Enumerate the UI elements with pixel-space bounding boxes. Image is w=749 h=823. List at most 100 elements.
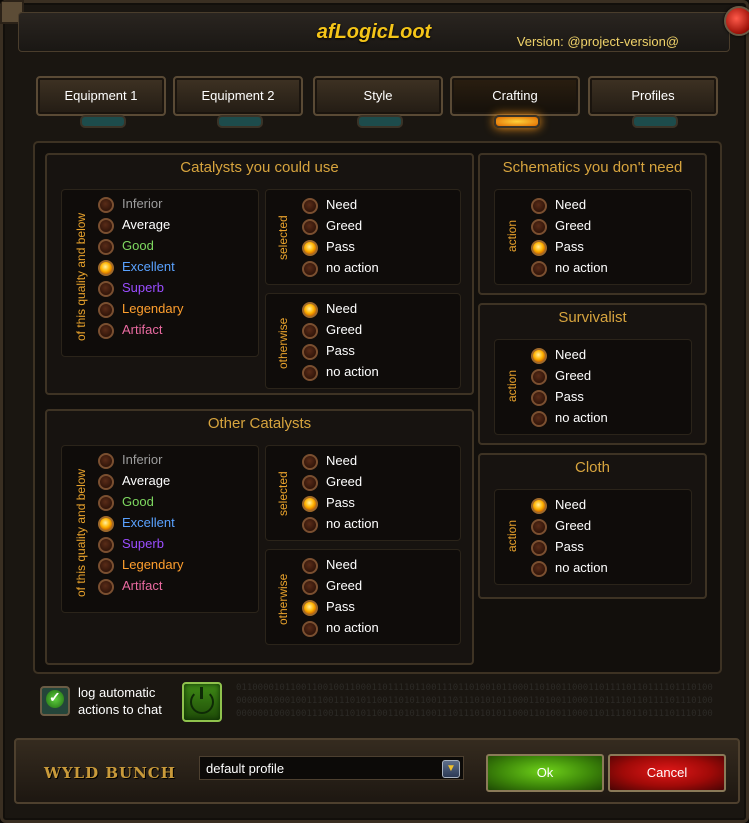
- radio-selected-need[interactable]: Need: [302, 451, 357, 471]
- radio-label: Superb: [122, 536, 164, 551]
- ok-button[interactable]: Ok: [486, 754, 604, 792]
- chevron-down-icon[interactable]: ▼: [442, 760, 460, 778]
- crafting-panel: Catalysts you could use of this quality …: [33, 141, 722, 674]
- radio-quality-good[interactable]: Good: [98, 492, 154, 512]
- radio-label: no action: [555, 560, 608, 575]
- group-title: Other Catalysts: [207, 415, 312, 432]
- power-toggle-button[interactable]: [182, 682, 222, 722]
- tab-indicator: [357, 115, 403, 128]
- radio-quality-inferior[interactable]: Inferior: [98, 450, 162, 470]
- radio-quality-superb[interactable]: Superb: [98, 278, 164, 298]
- action-box: action Need Greed Pass no action: [494, 339, 692, 435]
- radio-dot-icon: [98, 495, 114, 511]
- tab-equipment-1[interactable]: Equipment 1: [36, 76, 166, 128]
- radio-label: Pass: [555, 539, 584, 554]
- radio-label: Greed: [555, 518, 592, 533]
- radio-options-no-action[interactable]: no action: [531, 558, 608, 578]
- other-catalysts-group: Other Catalysts of this quality and belo…: [45, 409, 474, 665]
- radio-otherwise-need[interactable]: Need: [302, 555, 357, 575]
- close-button[interactable]: [724, 6, 749, 36]
- radio-otherwise-pass[interactable]: Pass: [302, 597, 355, 617]
- radio-otherwise-pass[interactable]: Pass: [302, 341, 355, 361]
- radio-otherwise-need[interactable]: Need: [302, 299, 357, 319]
- radio-dot-icon: [302, 219, 318, 235]
- cloth-group: Cloth action Need Greed Pass no action: [478, 453, 707, 599]
- tab-label: Equipment 2: [201, 88, 275, 103]
- radio-options-pass[interactable]: Pass: [531, 237, 584, 257]
- radio-selected-pass[interactable]: Pass: [302, 237, 355, 257]
- radio-options-need[interactable]: Need: [531, 495, 586, 515]
- radio-dot-icon: [302, 323, 318, 339]
- radio-quality-superb[interactable]: Superb: [98, 534, 164, 554]
- action-box: action Need Greed Pass no action: [494, 489, 692, 585]
- radio-dot-icon: [302, 365, 318, 381]
- radio-dot-icon: [531, 261, 547, 277]
- radio-dot-icon: [531, 561, 547, 577]
- radio-label: Greed: [326, 578, 363, 593]
- radio-label: no action: [326, 364, 379, 379]
- radio-quality-artifact[interactable]: Artifact: [98, 576, 162, 596]
- radio-options-need[interactable]: Need: [531, 345, 586, 365]
- radio-label: Average: [122, 473, 171, 488]
- tab-label: Profiles: [631, 88, 675, 103]
- radio-label: no action: [326, 516, 379, 531]
- radio-label: Greed: [326, 474, 363, 489]
- radio-options-pass[interactable]: Pass: [531, 387, 584, 407]
- radio-selected-no-action[interactable]: no action: [302, 258, 379, 278]
- selected-vertical-label: selected: [276, 215, 290, 260]
- radio-label: Pass: [555, 389, 584, 404]
- radio-dot-icon: [531, 198, 547, 214]
- tab-indicator: [632, 115, 678, 128]
- radio-otherwise-no-action[interactable]: no action: [302, 618, 379, 638]
- radio-options-pass[interactable]: Pass: [531, 537, 584, 557]
- radio-otherwise-greed[interactable]: Greed: [302, 320, 362, 340]
- bottom-bar: WYLD BUNCH default profile ▼ Ok Cancel: [14, 738, 740, 804]
- selected-box: selected Need Greed Pass no action: [265, 189, 461, 285]
- radio-selected-no-action[interactable]: no action: [302, 514, 379, 534]
- radio-quality-artifact[interactable]: Artifact: [98, 320, 162, 340]
- quality-vertical-label: of this quality and below: [74, 212, 88, 341]
- radio-selected-pass[interactable]: Pass: [302, 493, 355, 513]
- binary-decoration: 0110000101100110010011000110111101100111…: [236, 683, 713, 719]
- radio-options-greed[interactable]: Greed: [531, 516, 591, 536]
- radio-options-need[interactable]: Need: [531, 195, 586, 215]
- radio-quality-legendary[interactable]: Legendary: [98, 299, 183, 319]
- group-title: Catalysts you could use: [180, 159, 339, 176]
- cancel-button[interactable]: Cancel: [608, 754, 726, 792]
- tab-crafting[interactable]: Crafting: [450, 76, 580, 128]
- radio-selected-need[interactable]: Need: [302, 195, 357, 215]
- action-vertical-label: action: [505, 369, 519, 402]
- group-title: Survivalist: [558, 309, 627, 326]
- radio-label: Greed: [326, 322, 363, 337]
- radio-quality-legendary[interactable]: Legendary: [98, 555, 183, 575]
- radio-options-no-action[interactable]: no action: [531, 408, 608, 428]
- radio-selected-greed[interactable]: Greed: [302, 472, 362, 492]
- tab-equipment-2[interactable]: Equipment 2: [173, 76, 303, 128]
- radio-dot-icon: [531, 219, 547, 235]
- radio-otherwise-greed[interactable]: Greed: [302, 576, 362, 596]
- profile-dropdown[interactable]: default profile ▼: [199, 756, 464, 780]
- tab-style[interactable]: Style: [313, 76, 443, 128]
- footer: log automaticactions to chat 01100001011…: [0, 676, 749, 823]
- radio-quality-excellent[interactable]: Excellent: [98, 513, 175, 533]
- schematics-group: Schematics you don't need action Need Gre…: [478, 153, 707, 295]
- radio-selected-greed[interactable]: Greed: [302, 216, 362, 236]
- radio-quality-inferior[interactable]: Inferior: [98, 194, 162, 214]
- radio-quality-excellent[interactable]: Excellent: [98, 257, 175, 277]
- radio-dot-icon: [531, 390, 547, 406]
- radio-label: Artifact: [122, 322, 163, 337]
- radio-options-no-action[interactable]: no action: [531, 258, 608, 278]
- radio-otherwise-no-action[interactable]: no action: [302, 362, 379, 382]
- radio-quality-average[interactable]: Average: [98, 215, 170, 235]
- radio-label: Pass: [326, 343, 355, 358]
- radio-label: Good: [122, 238, 154, 253]
- log-actions-checkbox[interactable]: [40, 686, 70, 716]
- radio-options-greed[interactable]: Greed: [531, 216, 591, 236]
- otherwise-box: otherwise Need Greed Pass no action: [265, 293, 461, 389]
- radio-quality-average[interactable]: Average: [98, 471, 170, 491]
- radio-options-greed[interactable]: Greed: [531, 366, 591, 386]
- tab-profiles[interactable]: Profiles: [588, 76, 718, 128]
- otherwise-vertical-label: otherwise: [276, 317, 290, 369]
- group-title: Schematics you don't need: [502, 159, 683, 176]
- radio-quality-good[interactable]: Good: [98, 236, 154, 256]
